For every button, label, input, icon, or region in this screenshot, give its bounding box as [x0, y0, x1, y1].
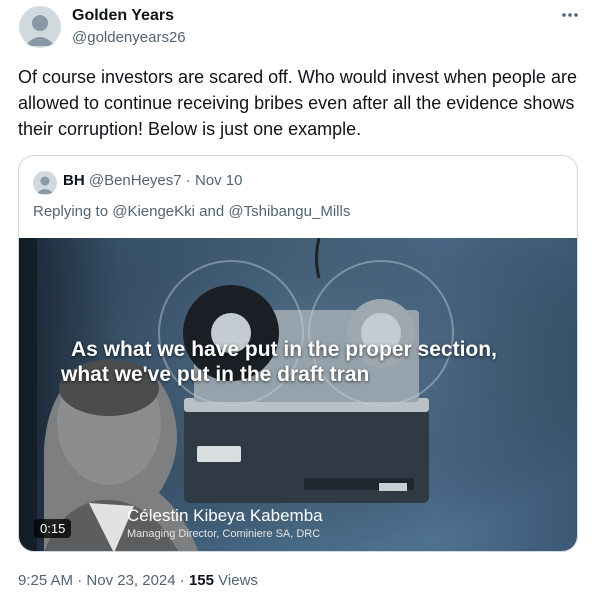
- more-horizontal-icon: [562, 13, 578, 17]
- replying-to-label: Replying to: [33, 203, 109, 220]
- quoted-author-handle[interactable]: @BenHeyes7: [89, 172, 182, 189]
- mention-link[interactable]: @KiengeKki: [112, 203, 195, 220]
- video-frame: [19, 238, 577, 551]
- meta-separator: ·: [77, 572, 83, 589]
- video-caption-line-2: what we've put in the draft tran: [61, 363, 370, 386]
- mention-link[interactable]: @Tshibangu_Mills: [228, 203, 350, 220]
- post-time[interactable]: 9:25 AM: [18, 572, 73, 589]
- meta-separator: ·: [179, 572, 185, 589]
- video-player[interactable]: As what we have put in the proper sectio…: [19, 238, 577, 551]
- views-label: Views: [218, 572, 258, 589]
- default-avatar-icon: [25, 15, 55, 46]
- video-duration-badge: 0:15: [34, 519, 72, 538]
- video-caption-line-1: As what we have put in the proper sectio…: [71, 338, 497, 361]
- and-word: and: [199, 203, 225, 220]
- lower-third-name: Célestin Kibeya Kabemba: [127, 506, 323, 525]
- quoted-author-avatar[interactable]: [33, 171, 57, 195]
- replying-to-line: Replying to @KiengeKki and @Tshibangu_Mi…: [33, 203, 350, 220]
- post-metadata: 9:25 AM · Nov 23, 2024 · 155 Views: [18, 572, 258, 589]
- quoted-post-card[interactable]: BH @BenHeyes7 · Nov 10 Replying to @Kien…: [18, 155, 578, 552]
- quoted-post-date[interactable]: Nov 10: [195, 172, 243, 189]
- quoted-author-name[interactable]: BH: [63, 172, 85, 189]
- views-count: 155: [188, 572, 214, 589]
- quoted-post-header: BH @BenHeyes7 · Nov 10: [63, 172, 243, 189]
- more-options-button[interactable]: [556, 4, 584, 26]
- author-handle[interactable]: @goldenyears26: [72, 29, 186, 46]
- default-avatar-icon: [36, 176, 54, 194]
- post-date[interactable]: Nov 23, 2024: [86, 572, 175, 589]
- header-separator: ·: [185, 172, 191, 189]
- lower-third-title: Managing Director, Cominiere SA, DRC: [127, 528, 321, 540]
- post-text: Of course investors are scared off. Who …: [18, 67, 577, 139]
- author-avatar[interactable]: [19, 6, 61, 48]
- author-display-name[interactable]: Golden Years: [72, 7, 174, 25]
